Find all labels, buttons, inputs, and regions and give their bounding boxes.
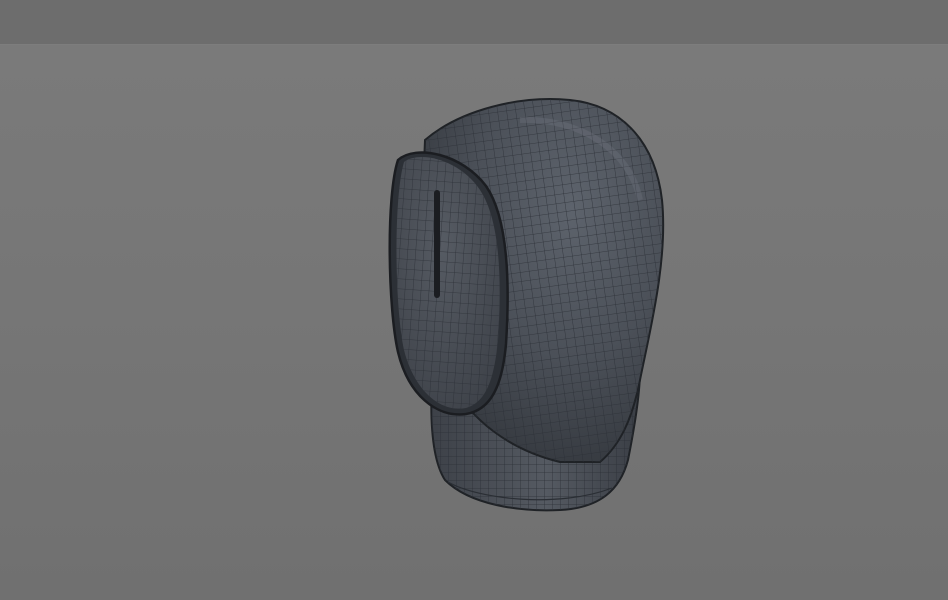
mesh-slot <box>434 190 440 298</box>
3d-viewport[interactable] <box>0 0 948 600</box>
capsule-mesh-model[interactable] <box>0 0 948 600</box>
